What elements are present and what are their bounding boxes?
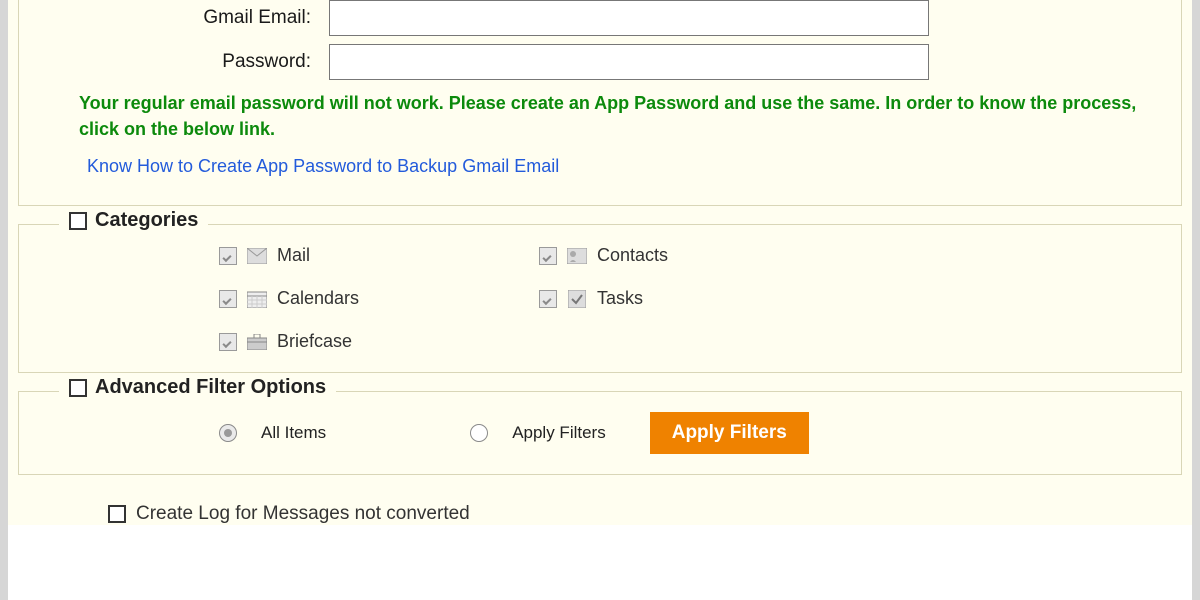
categories-master-checkbox[interactable]	[69, 212, 87, 230]
category-calendars: Calendars	[219, 288, 539, 309]
calendar-icon	[247, 289, 267, 309]
create-log-label: Create Log for Messages not converted	[136, 503, 470, 525]
mail-checkbox[interactable]	[219, 247, 237, 265]
calendars-label: Calendars	[277, 288, 359, 309]
categories-grid: Mail Contacts Calendars	[219, 245, 1153, 352]
mail-label: Mail	[277, 245, 310, 266]
category-contacts: Contacts	[539, 245, 859, 266]
apply-filters-radio[interactable]	[470, 424, 488, 442]
mail-icon	[247, 246, 267, 266]
contacts-checkbox[interactable]	[539, 247, 557, 265]
calendars-checkbox[interactable]	[219, 290, 237, 308]
all-items-radio[interactable]	[219, 424, 237, 442]
advanced-master-checkbox[interactable]	[69, 379, 87, 397]
advanced-title-row: Advanced Filter Options	[59, 376, 336, 399]
contacts-label: Contacts	[597, 245, 668, 266]
briefcase-label: Briefcase	[277, 331, 352, 352]
tasks-checkbox[interactable]	[539, 290, 557, 308]
password-hint: Your regular email password will not wor…	[79, 90, 1153, 142]
password-input[interactable]	[329, 44, 929, 80]
apply-filters-button[interactable]: Apply Filters	[650, 412, 809, 454]
advanced-filter-section: Advanced Filter Options All Items Apply …	[18, 391, 1182, 475]
category-tasks: Tasks	[539, 288, 859, 309]
tasks-icon	[567, 289, 587, 309]
app-password-help-link[interactable]: Know How to Create App Password to Backu…	[87, 156, 559, 177]
advanced-options-row: All Items Apply Filters Apply Filters	[219, 412, 1153, 454]
tasks-label: Tasks	[597, 288, 643, 309]
category-mail: Mail	[219, 245, 539, 266]
credentials-group: Gmail Email: Password: Your regular emai…	[18, 0, 1182, 206]
apply-filters-radio-label: Apply Filters	[512, 423, 606, 443]
advanced-title: Advanced Filter Options	[95, 376, 326, 399]
categories-title: Categories	[95, 209, 198, 232]
category-briefcase: Briefcase	[219, 331, 539, 352]
email-label: Gmail Email:	[79, 7, 329, 29]
categories-section: Categories Mail Contacts	[18, 224, 1182, 373]
briefcase-checkbox[interactable]	[219, 333, 237, 351]
password-label: Password:	[79, 51, 329, 73]
categories-title-row: Categories	[59, 209, 208, 232]
password-row: Password:	[79, 44, 1153, 80]
create-log-checkbox[interactable]	[108, 505, 126, 523]
email-input[interactable]	[329, 0, 929, 36]
contacts-icon	[567, 246, 587, 266]
create-log-row: Create Log for Messages not converted	[108, 503, 1182, 525]
email-row: Gmail Email:	[79, 0, 1153, 36]
briefcase-icon	[247, 332, 267, 352]
all-items-label: All Items	[261, 423, 326, 443]
